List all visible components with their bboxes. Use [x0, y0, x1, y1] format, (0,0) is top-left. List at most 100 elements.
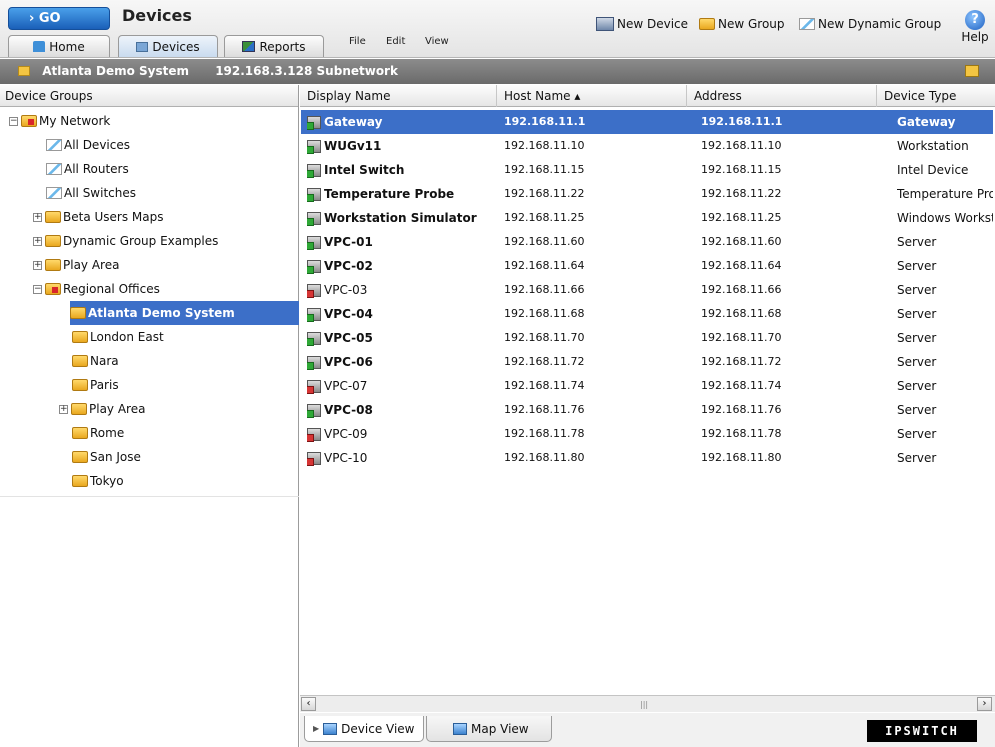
cell-type: Server — [897, 259, 937, 273]
table-row[interactable]: Gateway 192.168.11.1 192.168.11.1 Gateway — [301, 110, 993, 134]
expand-icon[interactable]: + — [33, 236, 42, 246]
cell-host: 192.168.11.70 — [504, 331, 585, 344]
device-name: VPC-07 — [324, 379, 368, 393]
collapse-icon[interactable]: − — [33, 284, 42, 294]
cell-display-name: VPC-09 — [307, 422, 497, 446]
table-row[interactable]: VPC-06 192.168.11.72 192.168.11.72 Server — [301, 350, 993, 374]
device-status-icon — [307, 451, 321, 466]
folder-icon — [70, 307, 86, 319]
folder-icon — [71, 403, 87, 415]
help-icon: ? — [965, 10, 985, 30]
table-row[interactable]: VPC-05 192.168.11.70 192.168.11.70 Server — [301, 326, 993, 350]
cell-host: 192.168.11.76 — [504, 403, 585, 416]
folder-icon — [72, 427, 88, 439]
go-button[interactable]: › GO — [8, 7, 110, 30]
collapse-icon[interactable]: − — [9, 116, 18, 126]
column-address[interactable]: Address — [687, 85, 877, 107]
horizontal-scrollbar[interactable]: ‹ ||| › — [300, 695, 995, 712]
table-row[interactable]: VPC-10 192.168.11.80 192.168.11.80 Server — [301, 446, 993, 470]
group-folder-icon — [18, 66, 30, 76]
table-row[interactable]: VPC-03 192.168.11.66 192.168.11.66 Server — [301, 278, 993, 302]
column-display-name[interactable]: Display Name — [300, 85, 497, 107]
folder-up-icon[interactable] — [965, 65, 979, 77]
dynamic-group-icon — [46, 139, 62, 151]
device-status-icon — [307, 427, 321, 442]
tree-item[interactable]: − Regional Offices — [33, 277, 160, 301]
cell-address: 192.168.11.66 — [701, 283, 782, 296]
map-view-icon — [453, 722, 467, 735]
expand-icon[interactable]: + — [33, 212, 42, 222]
new-device-button[interactable]: New Device — [596, 17, 688, 31]
cell-host: 192.168.11.68 — [504, 307, 585, 320]
tree-item[interactable]: All Devices — [46, 133, 130, 157]
cell-display-name: VPC-04 — [307, 302, 497, 326]
tree-item[interactable]: + Beta Users Maps — [33, 205, 163, 229]
tree-item[interactable]: Nara — [72, 349, 119, 373]
dynamic-group-icon — [46, 187, 62, 199]
tab-devices[interactable]: Devices — [118, 35, 218, 57]
tab-reports[interactable]: Reports — [224, 35, 324, 57]
table-row[interactable]: VPC-09 192.168.11.78 192.168.11.78 Server — [301, 422, 993, 446]
tree-item[interactable]: Atlanta Demo System — [70, 301, 299, 325]
menu-view[interactable]: View — [425, 36, 449, 47]
table-row[interactable]: Intel Switch 192.168.11.15 192.168.11.15 In… — [301, 158, 993, 182]
cell-type: Server — [897, 331, 937, 345]
cell-display-name: VPC-01 — [307, 230, 497, 254]
table-row[interactable]: VPC-04 192.168.11.68 192.168.11.68 Server — [301, 302, 993, 326]
cell-display-name: Intel Switch — [307, 158, 497, 182]
table-row[interactable]: VPC-01 192.168.11.60 192.168.11.60 Server — [301, 230, 993, 254]
tab-device-view[interactable]: ▶ Device View — [304, 716, 424, 742]
menu-file[interactable]: File — [349, 36, 366, 47]
tree-item[interactable]: + Dynamic Group Examples — [33, 229, 218, 253]
context-bar: Atlanta Demo System 192.168.3.128 Subnet… — [0, 59, 995, 84]
column-host-name[interactable]: Host Name ▴ — [497, 85, 687, 107]
cell-address: 192.168.11.76 — [701, 403, 782, 416]
tree-item[interactable]: San Jose — [72, 445, 141, 469]
scroll-left-button[interactable]: ‹ — [301, 697, 316, 711]
ipswitch-logo: IPSWITCH — [867, 720, 977, 742]
go-label: GO — [38, 11, 61, 26]
cell-address: 192.168.11.22 — [701, 187, 782, 200]
new-dynamic-group-button[interactable]: New Dynamic Group — [799, 17, 941, 31]
cell-display-name: Temperature Probe — [307, 182, 497, 206]
device-name: VPC-01 — [324, 235, 373, 249]
tree-item[interactable]: Paris — [72, 373, 119, 397]
tab-home[interactable]: Home — [8, 35, 110, 57]
table-row[interactable]: VPC-08 192.168.11.76 192.168.11.76 Server — [301, 398, 993, 422]
triangle-right-icon: ▶ — [313, 723, 320, 733]
tree-item[interactable]: Tokyo — [72, 469, 124, 493]
cell-host: 192.168.11.74 — [504, 379, 585, 392]
cell-address: 192.168.11.72 — [701, 355, 782, 368]
column-device-type[interactable]: Device Type — [877, 85, 995, 107]
device-name: VPC-10 — [324, 451, 368, 465]
scroll-right-button[interactable]: › — [977, 697, 992, 711]
tree-item[interactable]: + Play Area — [59, 397, 145, 421]
menu-edit[interactable]: Edit — [386, 36, 405, 47]
tree-item[interactable]: + Play Area — [33, 253, 119, 277]
tree-item[interactable]: All Routers — [46, 157, 129, 181]
table-row[interactable]: Temperature Probe 192.168.11.22 192.168.11… — [301, 182, 993, 206]
table-row[interactable]: Workstation Simulator 192.168.11.25 192.16… — [301, 206, 993, 230]
table-row[interactable]: VPC-07 192.168.11.74 192.168.11.74 Server — [301, 374, 993, 398]
expand-icon[interactable]: + — [33, 260, 42, 270]
help-button[interactable]: ? Help — [960, 10, 990, 44]
new-group-button[interactable]: New Group — [699, 17, 785, 31]
expand-icon[interactable]: + — [59, 404, 68, 414]
cell-host: 192.168.11.10 — [504, 139, 585, 152]
tab-map-view[interactable]: Map View — [426, 716, 552, 742]
tree-item[interactable]: Rome — [72, 421, 124, 445]
table-row[interactable]: VPC-02 192.168.11.64 192.168.11.64 Server — [301, 254, 993, 278]
device-groups-header: Device Groups — [0, 85, 298, 107]
device-status-icon — [307, 163, 321, 178]
tree-item[interactable]: All Switches — [46, 181, 136, 205]
folder-icon — [21, 115, 37, 127]
dynamic-group-icon — [46, 163, 62, 175]
tree-item[interactable]: London East — [72, 325, 164, 349]
table-row[interactable]: WUGv11 192.168.11.10 192.168.11.10 Workstat… — [301, 134, 993, 158]
tree-item[interactable]: − My Network — [9, 109, 110, 133]
cell-type: Temperature Prob — [897, 187, 993, 201]
grid-header: Display Name Host Name ▴ Address Device … — [300, 85, 995, 107]
cell-type: Intel Device — [897, 163, 969, 177]
cell-type: Gateway — [897, 115, 956, 129]
device-status-icon — [307, 187, 321, 202]
